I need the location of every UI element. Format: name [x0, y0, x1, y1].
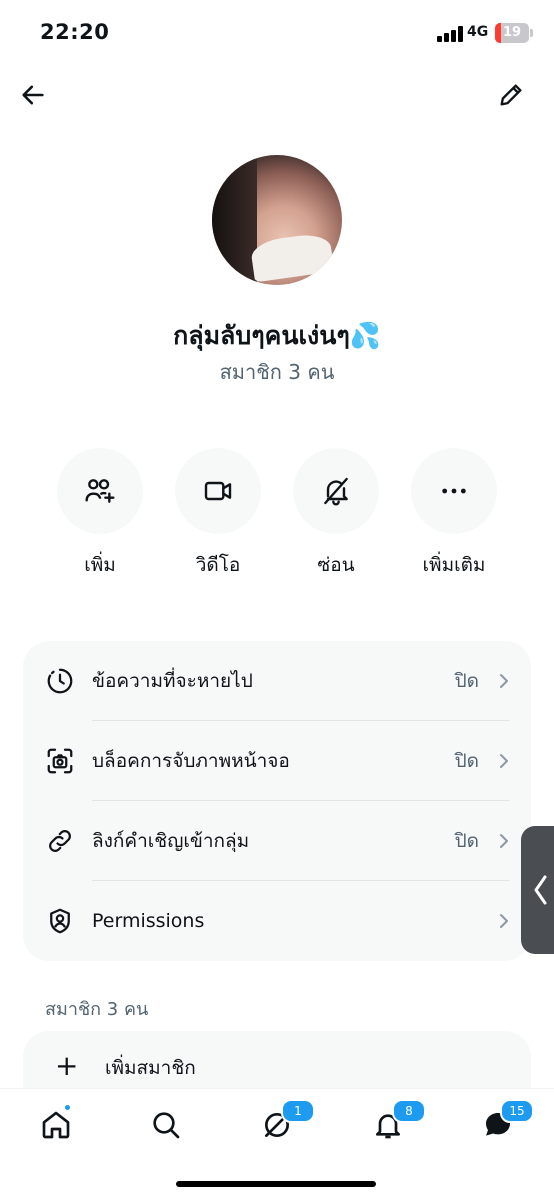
tab-messages[interactable]: 15 [478, 1099, 534, 1145]
home-unread-dot [63, 1103, 72, 1112]
settings-card: ข้อความที่จะหายไป ปิด บล็อคการจับภาพหน้า… [23, 641, 531, 961]
tab-search[interactable] [146, 1105, 186, 1145]
action-buttons: เพิ่ม วิดีโอ ซ่อน เพิ่มเติม [0, 448, 554, 578]
settings-row-value: ปิด [454, 750, 479, 772]
members-section-title: สมาชิก 3 คน [45, 999, 149, 1020]
battery-level: 19 [502, 25, 522, 40]
mute-action-button[interactable]: ซ่อน [281, 448, 391, 580]
home-icon [42, 1111, 70, 1139]
tab-bar: 1 8 15 [0, 1088, 554, 1199]
timer-icon [45, 666, 75, 696]
mute-action-label: ซ่อน [317, 554, 355, 576]
add-action-button[interactable]: เพิ่ม [45, 448, 155, 580]
tab-home[interactable] [36, 1103, 76, 1145]
status-bar: 22:20 4G 19 [0, 0, 554, 66]
settings-row-permissions[interactable]: Permissions [23, 881, 531, 961]
chevron-right-icon [500, 754, 508, 768]
battery-icon: 19 [495, 23, 529, 43]
tab-grok[interactable]: 1 [257, 1099, 315, 1145]
add-action-label: เพิ่ม [84, 554, 116, 576]
video-icon [204, 481, 232, 501]
bell-off-icon [324, 477, 348, 506]
settings-row-invite-link[interactable]: ลิงก์คำเชิญเข้ากลุ่ม ปิด [23, 801, 531, 881]
add-people-icon [85, 479, 115, 503]
arrow-left-icon [22, 85, 44, 105]
video-action-label: วิดีโอ [195, 554, 241, 576]
add-member-label: เพิ่มสมาชิก [105, 1057, 196, 1079]
status-time: 22:20 [40, 20, 110, 44]
settings-row-disappearing-messages[interactable]: ข้อความที่จะหายไป ปิด [23, 641, 531, 721]
battery-tip [530, 29, 533, 37]
signal-icon [437, 26, 463, 42]
link-icon [45, 826, 75, 856]
tab-notifications[interactable]: 8 [368, 1099, 426, 1145]
settings-row-label: บล็อคการจับภาพหน้าจอ [92, 750, 290, 772]
plus-icon: + [55, 1049, 79, 1082]
network-label: 4G [467, 24, 489, 40]
screenshot-block-icon [45, 746, 75, 776]
home-indicator [176, 1181, 376, 1187]
settings-row-label: ข้อความที่จะหายไป [92, 670, 253, 692]
settings-row-value: ปิด [454, 830, 479, 852]
more-icon [442, 488, 466, 494]
search-icon [153, 1112, 180, 1139]
more-action-circle[interactable] [411, 448, 497, 534]
grok-badge: 1 [281, 1099, 315, 1123]
edit-button[interactable] [492, 76, 530, 114]
chevron-right-icon [500, 834, 508, 848]
settings-row-screenshot-block[interactable]: บล็อคการจับภาพหน้าจอ ปิด [23, 721, 531, 801]
chevron-right-icon [500, 674, 508, 688]
group-avatar[interactable] [212, 155, 342, 285]
group-name: กลุ่มลับๆคนเง่นๆ💦 [173, 321, 381, 350]
notifications-badge: 8 [392, 1099, 426, 1123]
more-action-label: เพิ่มเติม [422, 554, 486, 576]
video-action-button[interactable]: วิดีโอ [163, 448, 273, 580]
settings-row-label: ลิงก์คำเชิญเข้ากลุ่ม [92, 830, 250, 852]
mute-action-circle[interactable] [293, 448, 379, 534]
pencil-icon [500, 84, 522, 106]
settings-row-label: Permissions [92, 910, 205, 932]
shield-person-icon [45, 906, 75, 936]
more-action-button[interactable]: เพิ่มเติม [399, 448, 509, 580]
messages-badge: 15 [500, 1099, 534, 1123]
member-count[interactable]: สมาชิก 3 คน [0, 356, 554, 388]
add-action-circle[interactable] [57, 448, 143, 534]
chevron-right-icon [500, 914, 508, 928]
video-action-circle[interactable] [175, 448, 261, 534]
back-button[interactable] [14, 76, 52, 114]
settings-row-value: ปิด [454, 670, 479, 692]
chevron-left-icon [534, 875, 547, 905]
side-panel-handle[interactable] [521, 826, 554, 954]
